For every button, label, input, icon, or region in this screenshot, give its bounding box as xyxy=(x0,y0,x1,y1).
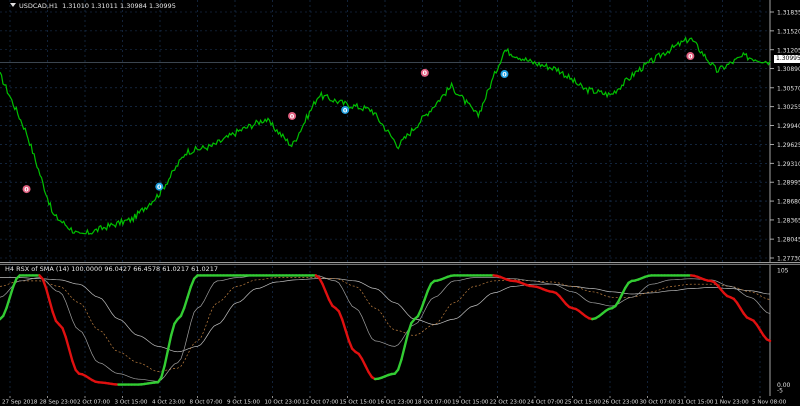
price-tick-label: 1.29310 xyxy=(777,161,800,168)
current-price-tag: 1.30995 xyxy=(774,55,800,63)
time-axis: 27 Sep 2018 28 Sep 23:00 2 Oct 07:00 3 Oct … xyxy=(0,396,800,406)
signal-marker-label: 0 xyxy=(290,112,295,120)
chart-title: USDCAD,H1 1.31010 1.31011 1.30984 1.3099… xyxy=(10,2,176,10)
price-tick-label: 1.28045 xyxy=(777,237,800,244)
signal-marker-label: 0 xyxy=(24,185,29,193)
price-tick-label: 1.31205 xyxy=(777,47,800,54)
time-tick-label: 10 Oct 23:00 xyxy=(265,400,302,406)
time-tick-label: 26 Oct 23:00 xyxy=(602,400,639,406)
time-tick-label: 3 Oct 15:00 xyxy=(115,400,148,406)
time-tick-label: 2 Oct 07:00 xyxy=(77,400,110,406)
quote-values: 1.31010 1.31011 1.30984 1.30995 xyxy=(62,2,176,10)
time-tick-label: 28 Sep 23:00 xyxy=(40,400,78,406)
signal-marker-label: 0 xyxy=(502,70,507,78)
time-tick-label: 16 Oct 23:00 xyxy=(377,400,414,406)
chart-dropdown-icon[interactable] xyxy=(10,3,16,7)
chart-window[interactable]: 1.31835 1.31520 1.31205 1.30890 1.30570 1.302… xyxy=(0,0,800,406)
price-tick-label: 1.30890 xyxy=(777,66,800,73)
time-tick-label: 30 Oct 07:00 xyxy=(640,400,677,406)
price-tick-label: 1.28680 xyxy=(777,199,800,206)
time-tick-label: 25 Oct 15:00 xyxy=(565,400,602,406)
indicator-scale-label: 105 xyxy=(777,268,789,275)
time-tick-label: 12 Oct 07:00 xyxy=(302,400,339,406)
signal-marker-label: 0 xyxy=(157,183,162,191)
time-tick-label: 19 Oct 15:00 xyxy=(452,400,489,406)
indicator-scale-label: -5 xyxy=(777,388,783,395)
time-tick-label: 31 Oct 15:00 xyxy=(677,400,714,406)
price-tick-label: 1.29940 xyxy=(777,123,800,130)
price-tick-label: 1.30570 xyxy=(777,85,800,92)
time-tick-label: 8 Oct 07:00 xyxy=(190,400,223,406)
time-tick-label: 24 Oct 07:00 xyxy=(527,400,564,406)
signal-marker-label: 0 xyxy=(688,52,693,60)
time-tick-label: 22 Oct 23:00 xyxy=(490,400,527,406)
time-tick-label: 5 Nov 08:00 xyxy=(752,400,787,406)
signal-marker-label: 0 xyxy=(423,69,428,77)
price-tick-label: 1.28365 xyxy=(777,217,800,224)
time-tick-label: 1 Nov 23:00 xyxy=(715,400,750,406)
price-tick-label: 1.28995 xyxy=(777,180,800,187)
time-tick-label: 9 Oct 15:00 xyxy=(227,400,260,406)
price-tick-label: 1.29625 xyxy=(777,142,800,149)
price-tick-label: 1.31835 xyxy=(777,10,800,17)
signal-marker-label: 0 xyxy=(343,106,348,114)
rsx-segment xyxy=(765,338,772,343)
indicator-panel[interactable]: 1050.00-5 xyxy=(0,262,800,406)
price-tick-label: 1.30255 xyxy=(777,104,800,111)
time-tick-label: 27 Sep 2018 xyxy=(2,400,38,406)
time-tick-label: 4 Oct 23:00 xyxy=(152,400,185,406)
time-tick-label: 18 Oct 07:00 xyxy=(415,400,452,406)
indicator-title: H4 RSX of SMA (14) 100.0000 96.0427 66.4… xyxy=(5,265,219,273)
time-tick-label: 15 Oct 15:00 xyxy=(340,400,377,406)
price-chart[interactable]: 1.31835 1.31520 1.31205 1.30890 1.30570 1.302… xyxy=(0,0,800,262)
price-tick-label: 1.31520 xyxy=(777,28,800,35)
symbol-label: USDCAD,H1 xyxy=(19,2,58,10)
